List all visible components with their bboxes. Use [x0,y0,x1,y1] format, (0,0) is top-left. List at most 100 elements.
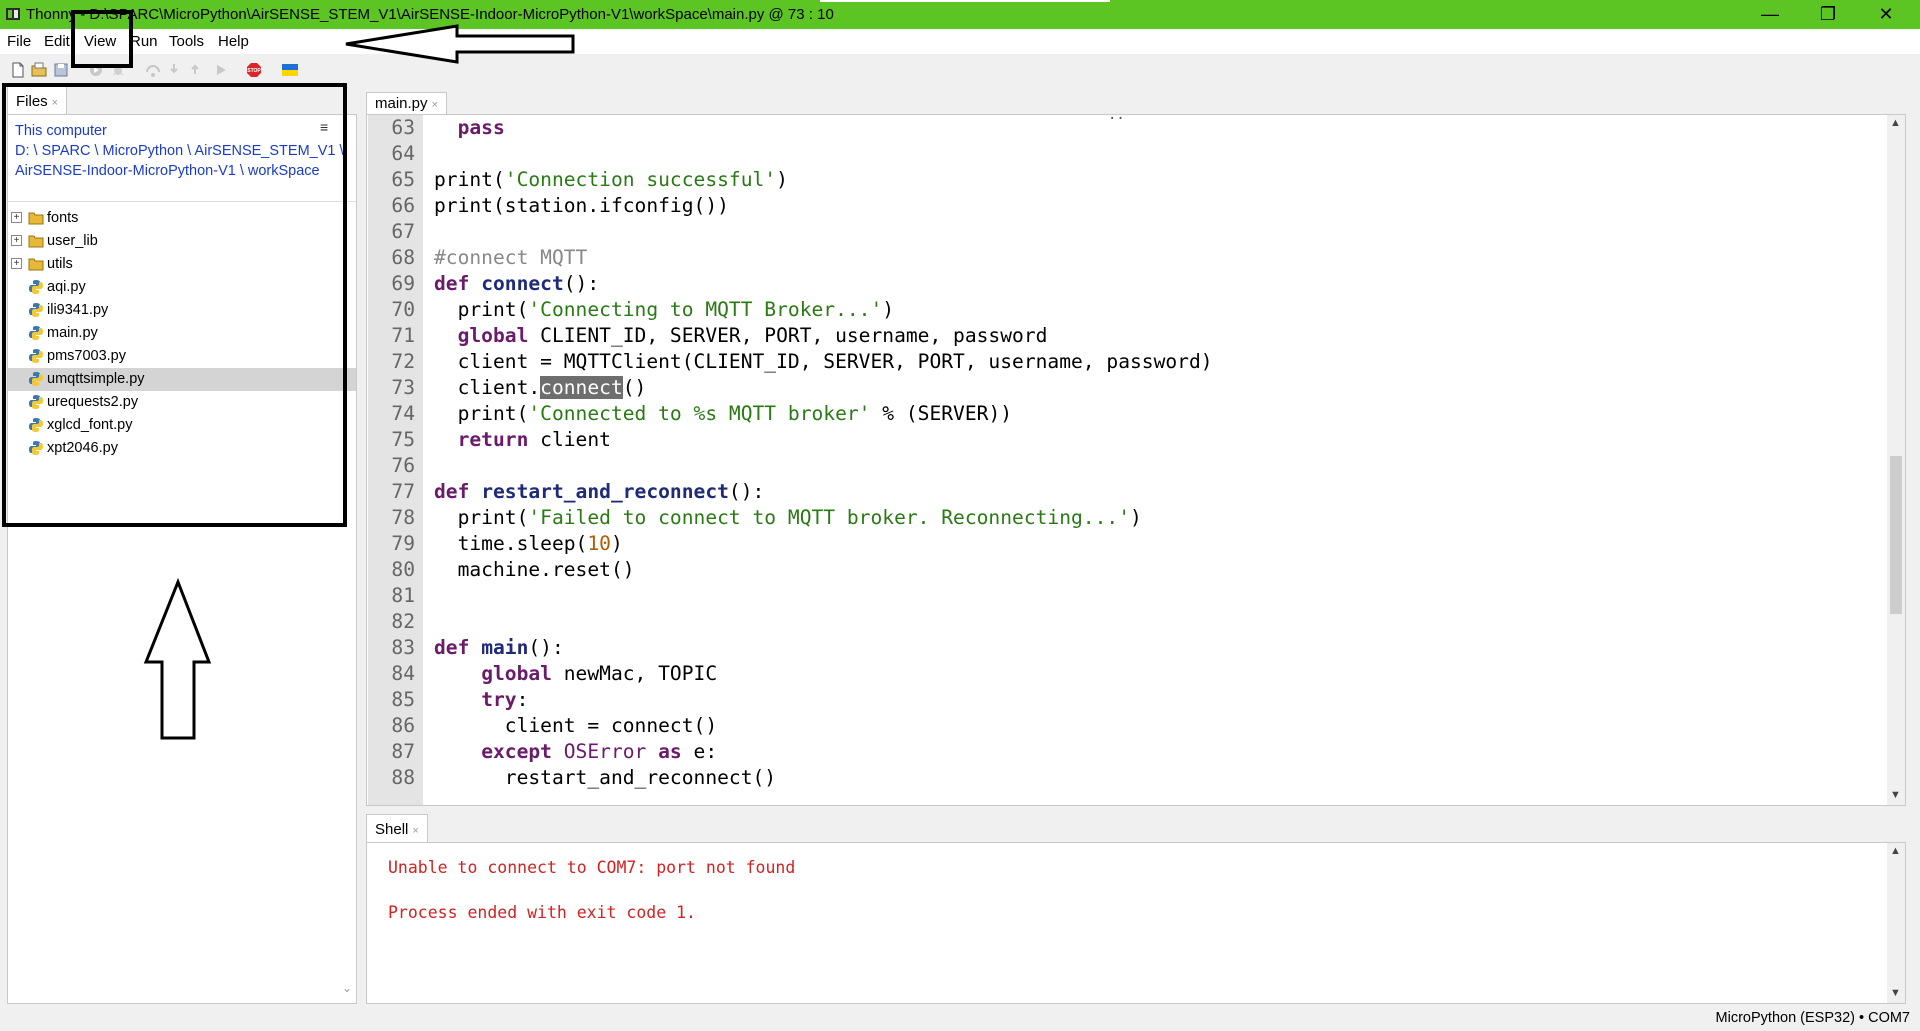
step-out-icon[interactable] [187,62,203,78]
line-number: 66 [391,194,415,217]
code-line[interactable]: 70 print('Connecting to MQTT Broker...') [367,297,1887,323]
ukraine-flag-icon[interactable] [282,62,298,78]
scroll-down-icon[interactable]: ▼ [1890,789,1901,801]
code-line[interactable]: 87 except OSError as e: [367,739,1887,765]
code-line[interactable]: 80 machine.reset() [367,557,1887,583]
line-code[interactable]: global CLIENT_ID, SERVER, PORT, username… [434,323,1048,349]
step-over-icon[interactable] [145,62,161,78]
line-code[interactable]: return client [434,427,611,453]
save-icon[interactable] [53,62,69,78]
line-code[interactable]: def restart_and_reconnect(): [434,479,764,505]
line-code[interactable]: print(station.ifconfig()) [434,193,729,219]
interpreter-status[interactable]: MicroPython (ESP32) • COM7 [1716,1010,1910,1026]
editor-scrollbar[interactable]: ▲ ▼ [1887,115,1905,805]
code-line[interactable]: 77 def restart_and_reconnect(): [367,479,1887,505]
shell-pane: Shell × Unable to connect to COM7: port n… [366,814,1906,1004]
status-bar: MicroPython (ESP32) • COM7 [0,1006,1920,1031]
shell-scroll-down-icon[interactable]: ▼ [1890,987,1901,999]
tab-main-py[interactable]: main.py × [366,92,447,114]
code-lines[interactable]: .. 63 pass 64 65 print('Connection successf… [367,107,1887,791]
selected-word-highlight: connect [540,376,623,399]
code-line[interactable]: 76 [367,453,1887,479]
menu-file[interactable]: File [7,33,31,50]
line-code[interactable]: client.connect() [434,375,646,401]
scroll-up-icon[interactable]: ▲ [1890,117,1901,129]
thonny-window: Thonny - D:\SPARC\MicroPython\AirSENSE_S… [0,0,1920,1031]
code-line[interactable]: 81 [367,583,1887,609]
line-code[interactable]: except OSError as e: [434,739,717,765]
code-line[interactable]: 88 restart_and_reconnect() [367,765,1887,791]
tab-shell-close-icon[interactable]: × [412,825,418,837]
scrollbar-thumb[interactable] [1890,456,1902,614]
resume-icon[interactable] [213,62,229,78]
line-code[interactable]: time.sleep(10) [434,531,623,557]
code-line[interactable]: 84 global newMac, TOPIC [367,661,1887,687]
code-line[interactable]: 68 #connect MQTT [367,245,1887,271]
menu-edit[interactable]: Edit [44,33,70,50]
code-line[interactable]: 67 [367,219,1887,245]
menu-bar: File Edit View Run Tools Help [0,29,1920,54]
line-code[interactable]: machine.reset() [434,557,635,583]
code-editor[interactable]: .. 63 pass 64 65 print('Connection successf… [366,107,1906,806]
line-code[interactable]: global newMac, TOPIC [434,661,717,687]
line-code[interactable]: print('Connection successful') [434,167,788,193]
line-code[interactable]: pass [434,115,505,141]
code-line[interactable]: 66 print(station.ifconfig()) [367,193,1887,219]
line-code[interactable]: client = connect() [434,713,717,739]
shell-scroll-up-icon[interactable]: ▲ [1890,845,1901,857]
line-number: 63 [391,116,415,139]
line-code[interactable]: restart_and_reconnect() [434,765,776,791]
code-line[interactable]: 71 global CLIENT_ID, SERVER, PORT, usern… [367,323,1887,349]
code-line[interactable]: 79 time.sleep(10) [367,531,1887,557]
window-title-app: Thonny [26,6,77,23]
code-line[interactable]: 74 print('Connected to %s MQTT broker' %… [367,401,1887,427]
files-scroll-down-icon[interactable]: ⌄ [342,981,352,995]
code-line[interactable]: 78 print('Failed to connect to MQTT brok… [367,505,1887,531]
code-line[interactable]: 83 def main(): [367,635,1887,661]
line-number: 88 [391,766,415,789]
menu-run[interactable]: Run [130,33,158,50]
line-number: 71 [391,324,415,347]
menu-help[interactable]: Help [218,33,249,50]
code-line[interactable]: 64 [367,141,1887,167]
line-code[interactable]: print('Connected to %s MQTT broker' % (S… [434,401,1012,427]
shell-scrollbar[interactable]: ▲ ▼ [1887,843,1905,1003]
close-window-button[interactable]: ✕ [1860,0,1912,29]
tab-shell[interactable]: Shell × [366,814,428,842]
code-line[interactable]: 65 print('Connection successful') [367,167,1887,193]
code-line[interactable]: 86 client = connect() [367,713,1887,739]
code-line[interactable]: 69 def connect(): [367,271,1887,297]
annotation-box-view-menu [71,10,133,68]
line-number: 81 [391,584,415,607]
menu-tools[interactable]: Tools [169,33,204,50]
code-line[interactable]: 72 client = MQTTClient(CLIENT_ID, SERVER… [367,349,1887,375]
line-number: 73 [391,376,415,399]
line-code[interactable]: def main(): [434,635,564,661]
new-file-icon[interactable] [10,62,26,78]
stop-icon[interactable]: STOP [246,62,262,78]
line-code[interactable]: print('Failed to connect to MQTT broker.… [434,505,1142,531]
code-line[interactable]: 85 try: [367,687,1887,713]
code-line[interactable]: 75 return client [367,427,1887,453]
open-file-icon[interactable] [31,62,47,78]
restore-button[interactable]: ❐ [1802,0,1854,29]
line-number: 70 [391,298,415,321]
line-number: 67 [391,220,415,243]
tab-main-py-label: main.py [375,95,428,112]
line-code[interactable]: #connect MQTT [434,245,587,271]
title-bar-highlight [820,0,1110,2]
step-into-icon[interactable] [166,62,182,78]
code-line[interactable]: 73 client.connect() [367,375,1887,401]
code-line[interactable]: 82 [367,609,1887,635]
line-code[interactable]: try: [434,687,528,713]
line-code[interactable]: def connect(): [434,271,599,297]
tab-main-py-close-icon[interactable]: × [432,99,438,111]
line-number: 85 [391,688,415,711]
minimize-button[interactable]: — [1744,0,1796,29]
line-number: 75 [391,428,415,451]
line-code[interactable]: print('Connecting to MQTT Broker...') [434,297,895,323]
line-code[interactable]: client = MQTTClient(CLIENT_ID, SERVER, P… [434,349,1213,375]
code-line[interactable]: 63 pass [367,115,1887,141]
shell-console[interactable]: Unable to connect to COM7: port not foun… [366,842,1906,1004]
thonny-app-icon [6,8,20,20]
